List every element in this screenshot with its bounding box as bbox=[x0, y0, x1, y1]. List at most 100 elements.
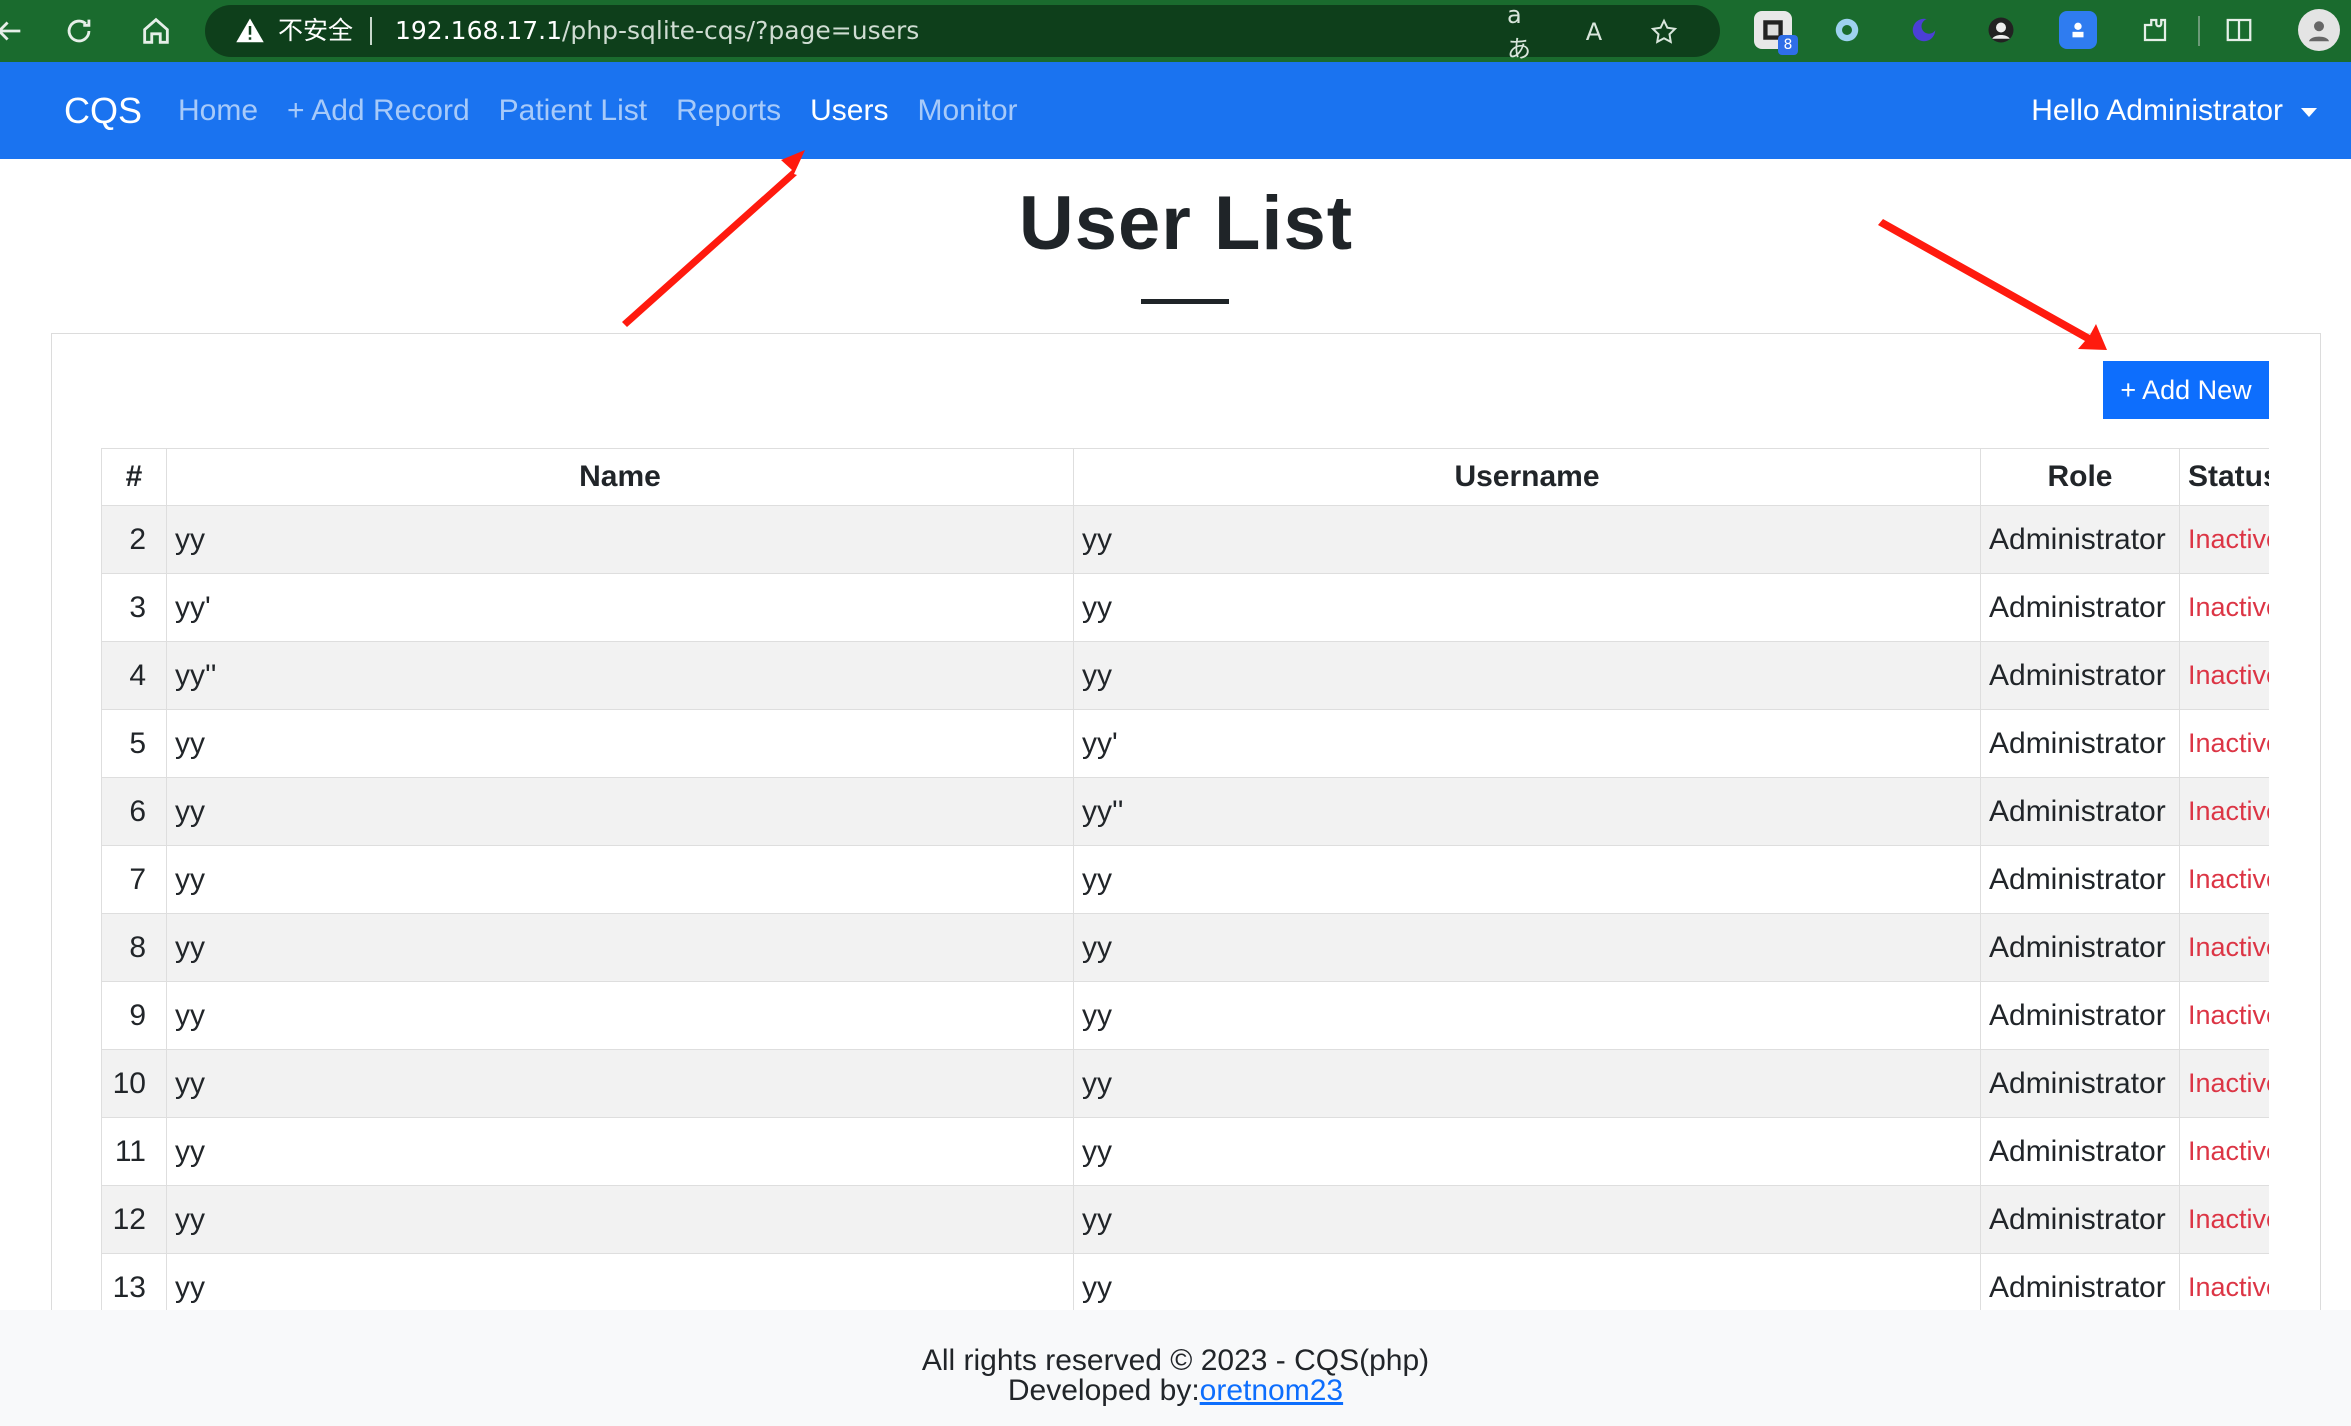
address-divider bbox=[370, 17, 372, 45]
cell-username: yy bbox=[1073, 913, 1981, 982]
cell-role: Administrator bbox=[1980, 845, 2180, 914]
developer-link[interactable]: oretnom23 bbox=[1200, 1374, 1343, 1407]
cell-number: 13 bbox=[101, 1253, 167, 1310]
cell-name: yy bbox=[166, 845, 1074, 914]
column-header-role: Role bbox=[1980, 448, 2180, 506]
cell-number: 7 bbox=[101, 845, 167, 914]
extension-badge: 8 bbox=[1778, 35, 1798, 55]
table-row: 9yyyyAdministratorInactive bbox=[101, 981, 2269, 1050]
cell-number: 6 bbox=[101, 777, 167, 846]
table-row: 3yy'yyAdministratorInactive bbox=[101, 573, 2269, 642]
split-screen-icon[interactable] bbox=[2220, 11, 2258, 49]
url-path: /php-sqlite-cqs/?page=users bbox=[562, 16, 920, 45]
nav-users[interactable]: Users bbox=[810, 94, 888, 128]
cell-username: yy bbox=[1073, 1049, 1981, 1118]
cell-status: Inactive bbox=[2179, 1185, 2269, 1254]
cell-status: Inactive bbox=[2179, 709, 2269, 778]
nav-monitor[interactable]: Monitor bbox=[917, 94, 1017, 128]
extension-moon-icon[interactable] bbox=[1905, 11, 1943, 49]
table-header-row: # Name Username Role Status bbox=[101, 448, 2269, 506]
cell-name: yy bbox=[166, 1049, 1074, 1118]
extensions-puzzle-icon[interactable] bbox=[2136, 11, 2174, 49]
nav-reports[interactable]: Reports bbox=[676, 94, 781, 128]
extension-doc-icon[interactable] bbox=[2059, 11, 2097, 49]
cell-username: yy bbox=[1073, 981, 1981, 1050]
cell-username: yy bbox=[1073, 1117, 1981, 1186]
cell-status: Inactive bbox=[2179, 981, 2269, 1050]
cell-number: 12 bbox=[101, 1185, 167, 1254]
cell-name: yy bbox=[166, 1117, 1074, 1186]
title-underline bbox=[1141, 299, 1229, 304]
browser-toolbar: 不安全 192.168.17.1/php-sqlite-cqs/?page=us… bbox=[0, 0, 2351, 63]
table-row: 13yyyyAdministratorInactive bbox=[101, 1253, 2269, 1310]
column-header-status: Status bbox=[2179, 448, 2269, 506]
cell-username: yy bbox=[1073, 573, 1981, 642]
reload-icon[interactable] bbox=[56, 8, 102, 54]
table-row: 10yyyyAdministratorInactive bbox=[101, 1049, 2269, 1118]
table-row: 12yyyyAdministratorInactive bbox=[101, 1185, 2269, 1254]
cell-username: yy bbox=[1073, 641, 1981, 710]
cell-role: Administrator bbox=[1980, 981, 2180, 1050]
table-row: 5yyyy'AdministratorInactive bbox=[101, 709, 2269, 778]
nav-home[interactable]: Home bbox=[178, 94, 258, 128]
cell-status: Inactive bbox=[2179, 505, 2269, 574]
cell-status: Inactive bbox=[2179, 641, 2269, 710]
cell-username: yy bbox=[1073, 505, 1981, 574]
cell-name: yy bbox=[166, 505, 1074, 574]
back-icon[interactable] bbox=[0, 8, 32, 54]
nav-patient-list[interactable]: Patient List bbox=[499, 94, 647, 128]
cell-number: 9 bbox=[101, 981, 167, 1050]
column-header-username: Username bbox=[1073, 448, 1981, 506]
cell-username: yy bbox=[1073, 1185, 1981, 1254]
translate-icon[interactable]: aあ bbox=[1507, 1, 1541, 63]
nav-add-record[interactable]: + Add Record bbox=[287, 94, 470, 128]
extension-circle-icon[interactable] bbox=[1828, 11, 1866, 49]
address-bar[interactable]: 不安全 192.168.17.1/php-sqlite-cqs/?page=us… bbox=[205, 1, 1720, 63]
cell-username: yy bbox=[1073, 1253, 1981, 1310]
user-greeting[interactable]: Hello Administrator bbox=[2031, 94, 2283, 128]
read-aloud-icon[interactable]: A bbox=[1577, 15, 1611, 49]
cell-role: Administrator bbox=[1980, 641, 2180, 710]
url-text[interactable]: 192.168.17.1/php-sqlite-cqs/?page=users bbox=[395, 15, 919, 47]
favorite-star-icon[interactable] bbox=[1647, 15, 1681, 49]
warning-icon bbox=[236, 18, 264, 43]
security-label[interactable]: 不安全 bbox=[278, 15, 353, 47]
cell-status: Inactive bbox=[2179, 845, 2269, 914]
cell-role: Administrator bbox=[1980, 1117, 2180, 1186]
cell-role: Administrator bbox=[1980, 777, 2180, 846]
cell-role: Administrator bbox=[1980, 573, 2180, 642]
cell-role: Administrator bbox=[1980, 505, 2180, 574]
extension-avatar-icon[interactable] bbox=[1982, 11, 2020, 49]
column-header-number: # bbox=[101, 448, 167, 506]
cell-username: yy'' bbox=[1073, 777, 1981, 846]
add-new-button[interactable]: + Add New bbox=[2103, 361, 2269, 419]
cell-status: Inactive bbox=[2179, 913, 2269, 982]
cell-username: yy bbox=[1073, 845, 1981, 914]
home-icon[interactable] bbox=[133, 8, 179, 54]
cell-name: yy' bbox=[166, 573, 1074, 642]
url-host: 192.168.17.1 bbox=[395, 16, 562, 45]
app-navbar: CQS Home + Add Record Patient List Repor… bbox=[0, 62, 2351, 159]
user-dropdown[interactable]: Hello Administrator bbox=[2031, 62, 2317, 159]
table-row: 2yyyyAdministratorInactive bbox=[101, 505, 2269, 574]
user-table: # Name Username Role Status 2yyyyAdminis… bbox=[101, 448, 2269, 1310]
page-footer: All rights reserved © 2023 - CQS(php) De… bbox=[0, 1310, 2351, 1426]
cell-number: 2 bbox=[101, 505, 167, 574]
footer-copyright: All rights reserved © 2023 - CQS(php) bbox=[921, 1344, 1430, 1377]
footer-developed-by: Developed by: bbox=[1007, 1374, 1200, 1407]
cell-status: Inactive bbox=[2179, 1049, 2269, 1118]
cell-status: Inactive bbox=[2179, 573, 2269, 642]
cell-number: 4 bbox=[101, 641, 167, 710]
table-row: 7yyyyAdministratorInactive bbox=[101, 845, 2269, 914]
profile-avatar-icon[interactable] bbox=[2298, 9, 2340, 51]
extension-icon[interactable]: 8 bbox=[1754, 11, 1798, 55]
cell-name: yy bbox=[166, 1253, 1074, 1310]
toolbar-divider bbox=[2198, 16, 2200, 46]
table-row: 11yyyyAdministratorInactive bbox=[101, 1117, 2269, 1186]
column-header-name: Name bbox=[166, 448, 1074, 506]
cell-number: 8 bbox=[101, 913, 167, 982]
brand-logo[interactable]: CQS bbox=[64, 62, 142, 159]
cell-role: Administrator bbox=[1980, 913, 2180, 982]
caret-down-icon[interactable] bbox=[2301, 108, 2317, 117]
cell-name: yy bbox=[166, 981, 1074, 1050]
